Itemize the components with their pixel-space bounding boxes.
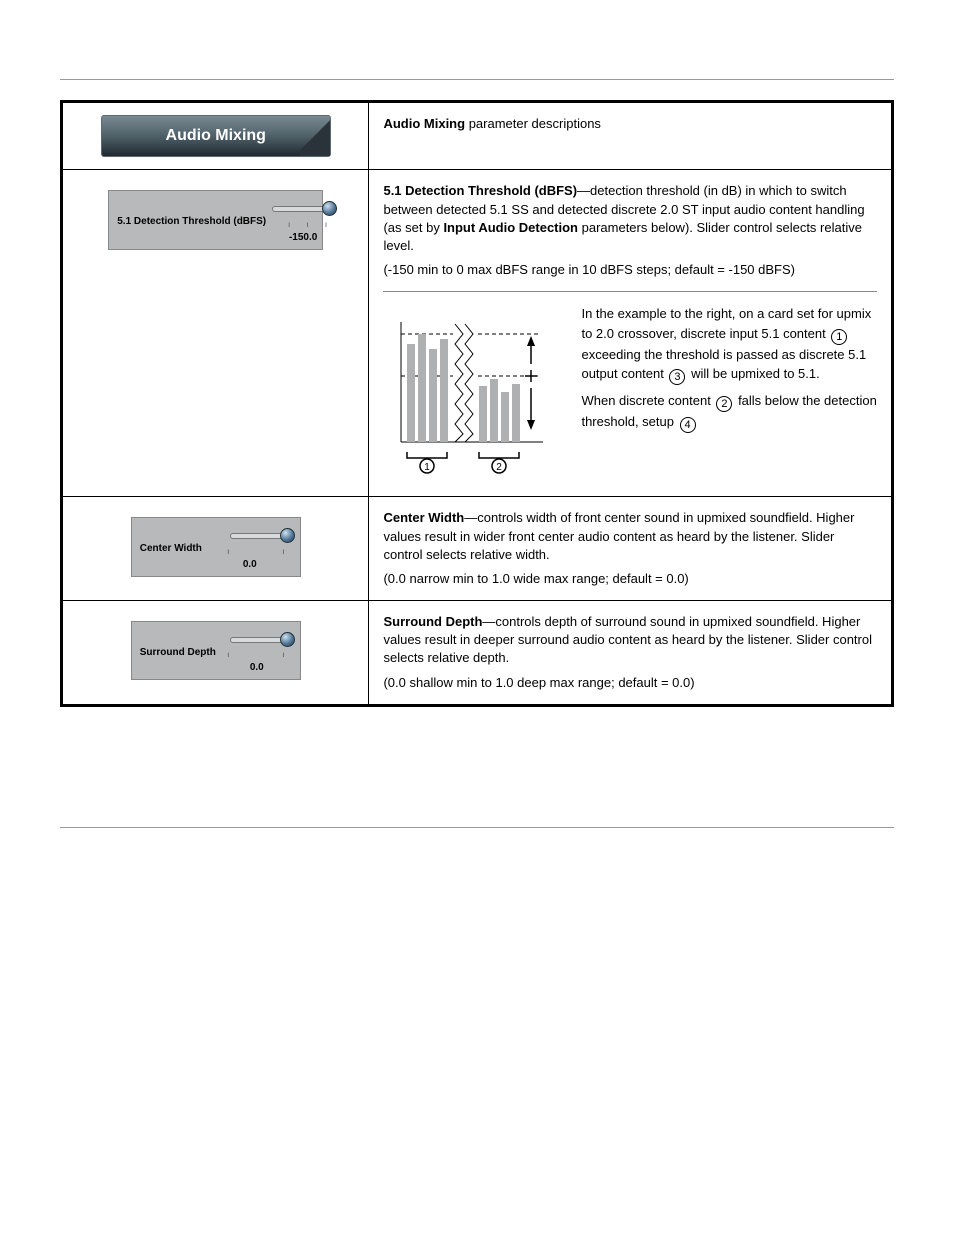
centerwidth-desc2: (0.0 narrow min to 1.0 wide max range; d… [383, 570, 877, 588]
threshold-slider[interactable] [272, 206, 332, 212]
diagram-description: In the example to the right, on a card s… [581, 304, 877, 433]
slider-ticks: ı ı [208, 546, 292, 557]
surround-desc-cell: Surround Depth—controls depth of surroun… [369, 601, 893, 706]
threshold-desc-cell: 5.1 Detection Threshold (dBFS)—detection… [369, 170, 893, 497]
threshold-slider-label: 5.1 Detection Threshold (dBFS) [117, 215, 266, 229]
centerwidth-slider-value: 0.0 [208, 558, 292, 572]
slider-knob-icon[interactable] [322, 201, 337, 216]
threshold-slider-value: -150.0 [272, 231, 334, 245]
centerwidth-desc-cell: Center Width—controls width of front cen… [369, 497, 893, 601]
banner-label: Audio Mixing [166, 127, 266, 144]
centerwidth-panel: Center Width ı ı 0.0 [131, 517, 301, 576]
slider-ticks: ı ı ı [272, 219, 334, 230]
slider-knob-icon[interactable] [280, 528, 295, 543]
banner-cell: Audio Mixing [62, 102, 369, 170]
threshold-panel: 5.1 Detection Threshold (dBFS) ı ı ı -15… [108, 190, 323, 249]
banner-desc-cell: Audio Mixing parameter descriptions [369, 102, 893, 170]
diag-label-2: 2 [497, 462, 503, 473]
circled-1-icon: 1 [831, 329, 847, 345]
surround-panel: Surround Depth ı ı 0.0 [131, 621, 301, 680]
surround-slider-label: Surround Depth [140, 646, 216, 660]
parameters-table: Audio Mixing Audio Mixing parameter desc… [60, 100, 894, 707]
diag-label-1: 1 [425, 462, 431, 473]
centerwidth-slider[interactable] [230, 533, 290, 539]
centerwidth-image-cell: Center Width ı ı 0.0 [62, 497, 369, 601]
threshold-image-cell: 5.1 Detection Threshold (dBFS) ı ı ı -15… [62, 170, 369, 497]
slider-ticks: ı ı [222, 649, 292, 660]
page-footer [60, 827, 894, 836]
banner-desc-text: parameter descriptions [465, 116, 601, 131]
surround-slider[interactable] [230, 637, 290, 643]
threshold-desc2: (-150 min to 0 max dBFS range in 10 dBFS… [383, 261, 877, 279]
divider [383, 291, 877, 292]
surround-desc2: (0.0 shallow min to 1.0 deep max range; … [383, 674, 877, 692]
after2: When discrete content [581, 393, 714, 408]
page-header [60, 40, 894, 80]
after-hr-c: will be upmixed to 5.1. [691, 366, 820, 381]
centerwidth-slider-label: Center Width [140, 542, 202, 556]
circled-2-icon: 2 [716, 396, 732, 412]
centerwidth-title: Center Width [383, 510, 464, 525]
threshold-diagram: 1 2 In the example to the right, on a ca… [383, 304, 877, 484]
surround-image-cell: Surround Depth ı ı 0.0 [62, 601, 369, 706]
threshold-title: 5.1 Detection Threshold (dBFS) [383, 183, 577, 198]
after-hr: In the example to the right, on a card s… [581, 306, 871, 341]
threshold-desc1b: Input Audio Detection [443, 220, 578, 235]
circled-4-icon: 4 [680, 417, 696, 433]
audio-mixing-banner: Audio Mixing [101, 115, 331, 157]
slider-knob-icon[interactable] [280, 632, 295, 647]
banner-desc-title: Audio Mixing [383, 116, 465, 131]
circled-3-icon: 3 [669, 369, 685, 385]
bar-threshold-diagram-icon: 1 2 [383, 304, 553, 484]
surround-title: Surround Depth [383, 614, 482, 629]
surround-slider-value: 0.0 [222, 661, 292, 675]
